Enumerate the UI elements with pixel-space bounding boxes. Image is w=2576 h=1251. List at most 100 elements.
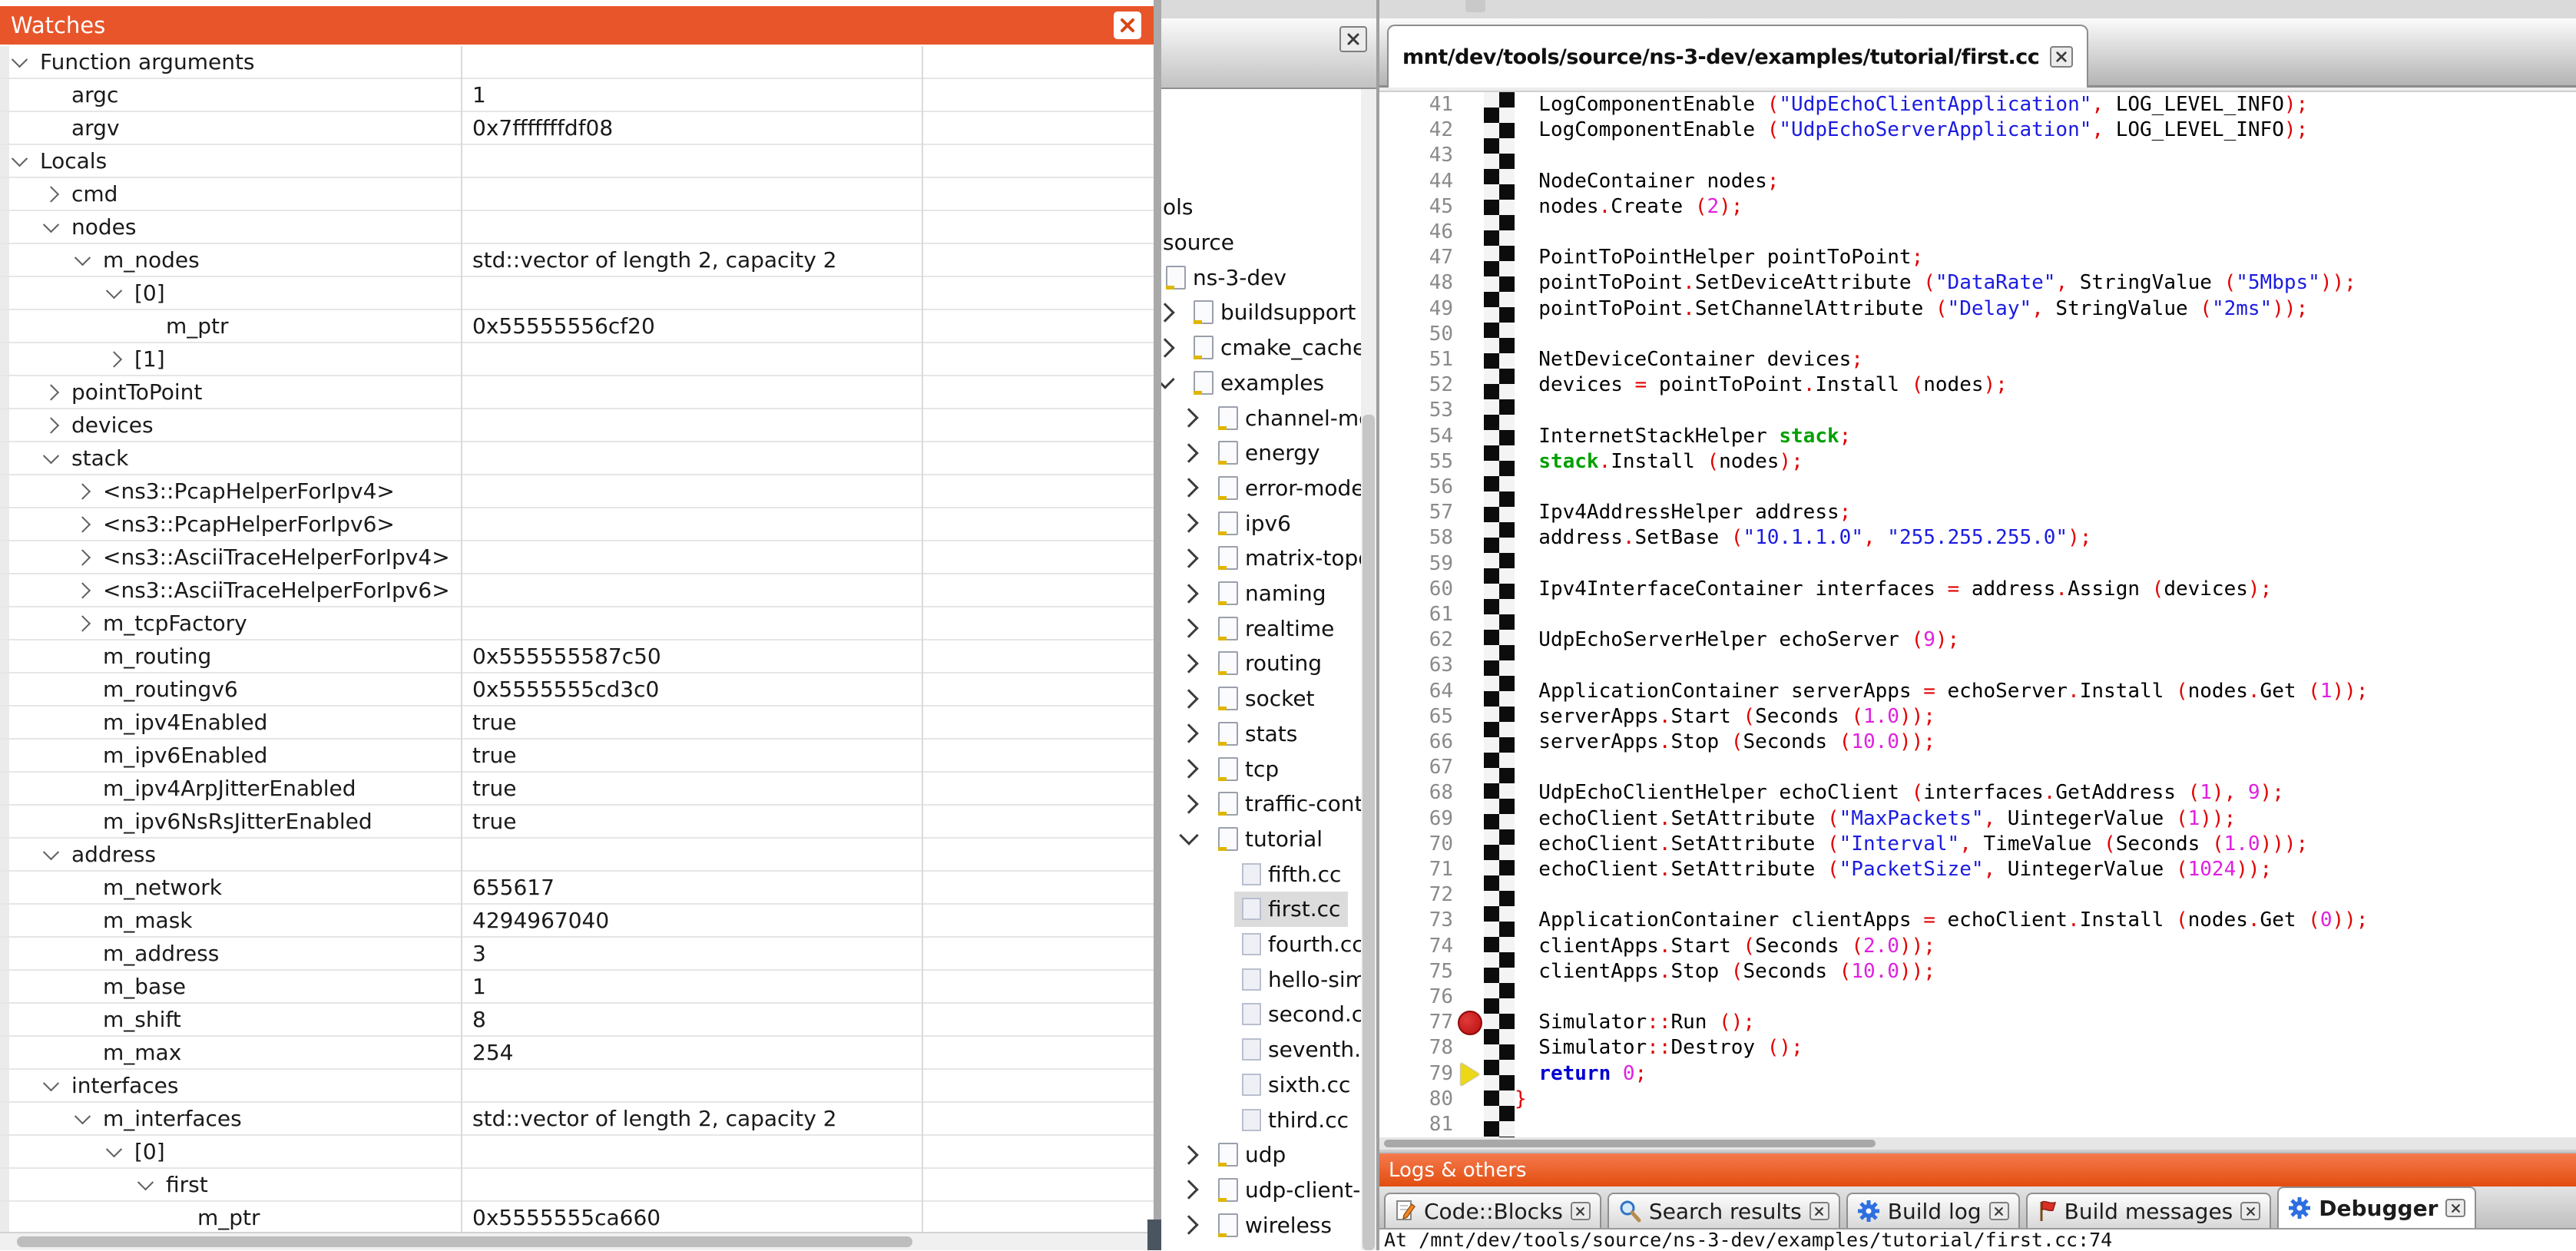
- line-number[interactable]: 52: [1379, 372, 1453, 398]
- line-number[interactable]: 60: [1379, 577, 1453, 602]
- editor-fold-margin[interactable]: [1484, 92, 1515, 1137]
- watch-row[interactable]: [0]: [0, 1136, 1154, 1169]
- line-number[interactable]: 62: [1379, 627, 1453, 653]
- chevron-right-icon[interactable]: [1179, 619, 1198, 638]
- line-number[interactable]: 74: [1379, 934, 1453, 959]
- chevron-down-icon[interactable]: [74, 1108, 91, 1124]
- watch-row[interactable]: m_routing0x555555587c50: [0, 640, 1154, 673]
- line-number[interactable]: 45: [1379, 194, 1453, 220]
- watch-row[interactable]: argv0x7fffffffdf08: [0, 112, 1154, 145]
- tree-item-ipv6[interactable]: ipv6: [1161, 505, 1378, 541]
- chevron-right-icon[interactable]: [43, 384, 59, 400]
- watch-row[interactable]: m_ptr0x5555555ca660: [0, 1202, 1154, 1235]
- watch-row[interactable]: <ns3::AsciiTraceHelperForIpv6>: [0, 574, 1154, 607]
- tree-item-cmake-cache[interactable]: cmake_cache: [1161, 330, 1378, 366]
- watch-row[interactable]: argc1: [0, 79, 1154, 112]
- tree-panel-header[interactable]: [1161, 18, 1378, 89]
- tree-item-content[interactable]: second.cc: [1242, 997, 1376, 1032]
- close-icon[interactable]: [2445, 1199, 2465, 1217]
- watch-row[interactable]: [0]: [0, 277, 1154, 310]
- line-number[interactable]: 58: [1379, 525, 1453, 551]
- tree-item-third-cc[interactable]: third.cc: [1161, 1102, 1378, 1137]
- close-icon[interactable]: [1339, 26, 1367, 52]
- watch-row[interactable]: cmd: [0, 178, 1154, 211]
- line-number[interactable]: 44: [1379, 169, 1453, 194]
- chevron-down-icon[interactable]: [106, 1141, 122, 1157]
- tree-item-content[interactable]: buildsupport: [1194, 295, 1356, 330]
- editor-tab-first-cc[interactable]: mnt/dev/tools/source/ns-3-dev/examples/t…: [1387, 25, 2088, 88]
- line-number[interactable]: 72: [1379, 882, 1453, 908]
- watch-row[interactable]: nodes: [0, 211, 1154, 244]
- watches-column-divider-1[interactable]: [461, 46, 462, 1235]
- logs-tab-build-log[interactable]: Build log: [1846, 1193, 2020, 1228]
- line-number[interactable]: 48: [1379, 270, 1453, 296]
- tree-item-tutorial[interactable]: tutorial: [1161, 822, 1378, 857]
- tree-item-content[interactable]: energy: [1218, 435, 1320, 471]
- logs-tab-search-results[interactable]: Search results: [1608, 1193, 1840, 1228]
- line-number[interactable]: 71: [1379, 857, 1453, 882]
- tree-item-energy[interactable]: energy: [1161, 435, 1378, 471]
- line-number[interactable]: 80: [1379, 1087, 1453, 1112]
- watch-row[interactable]: m_base1: [0, 971, 1154, 1004]
- tree-vscrollbar-thumb[interactable]: [1362, 415, 1375, 1250]
- chevron-right-icon[interactable]: [1179, 759, 1198, 778]
- line-number[interactable]: 54: [1379, 424, 1453, 449]
- watch-row[interactable]: Function arguments: [0, 46, 1154, 79]
- tree-item-routing[interactable]: routing: [1161, 646, 1378, 681]
- chevron-right-icon[interactable]: [1179, 724, 1198, 743]
- line-number[interactable]: 69: [1379, 806, 1453, 832]
- line-number[interactable]: 41: [1379, 92, 1453, 117]
- tree-item-content[interactable]: traffic-contro: [1218, 786, 1378, 822]
- tree-item-content[interactable]: sixth.cc: [1242, 1067, 1350, 1103]
- tree-item-traffic-contro[interactable]: traffic-contro: [1161, 786, 1378, 822]
- watches-column-divider-2[interactable]: [922, 46, 923, 1235]
- tree-item-content[interactable]: fifth.cc: [1242, 856, 1341, 892]
- watch-row[interactable]: m_ipv4Enabledtrue: [0, 707, 1154, 740]
- line-number[interactable]: 77: [1379, 1010, 1453, 1035]
- tree-item-content[interactable]: tutorial: [1218, 822, 1323, 857]
- chevron-right-icon[interactable]: [74, 516, 91, 532]
- tree-item-udp-client-ser[interactable]: udp-client-ser: [1161, 1173, 1378, 1208]
- tree-item-content[interactable]: stats: [1218, 717, 1297, 752]
- chevron-down-icon[interactable]: [12, 51, 28, 68]
- tree-item-content[interactable]: udp-client-ser: [1218, 1173, 1378, 1208]
- tree-item-socket[interactable]: socket: [1161, 681, 1378, 717]
- breakpoint-icon[interactable]: [1458, 1011, 1482, 1035]
- line-number[interactable]: 55: [1379, 449, 1453, 475]
- tree-item-content[interactable]: channel-mod: [1218, 400, 1378, 435]
- chevron-down-icon[interactable]: [1179, 826, 1198, 846]
- tree-item-wireless[interactable]: wireless: [1161, 1207, 1378, 1243]
- line-number[interactable]: 70: [1379, 832, 1453, 857]
- line-number[interactable]: 76: [1379, 985, 1453, 1010]
- chevron-right-icon[interactable]: [43, 417, 59, 433]
- tree-item-error-model[interactable]: error-model: [1161, 471, 1378, 506]
- line-number[interactable]: 61: [1379, 602, 1453, 627]
- watch-row[interactable]: <ns3::PcapHelperForIpv4>: [0, 475, 1154, 508]
- watches-titlebar[interactable]: Watches: [0, 6, 1154, 45]
- watch-row[interactable]: address: [0, 839, 1154, 872]
- close-icon[interactable]: [1989, 1202, 2009, 1220]
- line-number[interactable]: 63: [1379, 653, 1453, 678]
- chevron-right-icon[interactable]: [1179, 1145, 1198, 1164]
- chevron-down-icon[interactable]: [137, 1174, 154, 1190]
- tree-item-first-cc[interactable]: first.cc: [1161, 892, 1378, 927]
- tree-item-stats[interactable]: stats: [1161, 717, 1378, 752]
- chevron-right-icon[interactable]: [74, 582, 91, 598]
- tree-item-content[interactable]: udp: [1218, 1137, 1286, 1173]
- watch-row[interactable]: m_ptr0x55555556cf20: [0, 310, 1154, 343]
- chevron-down-icon[interactable]: [43, 448, 59, 464]
- tree-item-content[interactable]: routing: [1218, 646, 1322, 681]
- tree-item-content[interactable]: tcp: [1218, 751, 1279, 786]
- tree-item-fourth-cc[interactable]: fourth.cc: [1161, 927, 1378, 962]
- watches-hscrollbar[interactable]: [0, 1232, 1154, 1250]
- chevron-right-icon[interactable]: [1179, 478, 1198, 498]
- tree-item-hello-simul[interactable]: hello-simul: [1161, 961, 1378, 997]
- tree-item-ols[interactable]: ols: [1161, 190, 1378, 225]
- chevron-right-icon[interactable]: [1179, 513, 1198, 532]
- line-number[interactable]: 65: [1379, 704, 1453, 730]
- chevron-right-icon[interactable]: [1179, 654, 1198, 673]
- watch-row[interactable]: m_nodesstd::vector of length 2, capacity…: [0, 244, 1154, 277]
- chevron-down-icon[interactable]: [43, 217, 59, 233]
- tree-item-content[interactable]: realtime: [1218, 611, 1334, 646]
- watch-row[interactable]: m_address3: [0, 938, 1154, 971]
